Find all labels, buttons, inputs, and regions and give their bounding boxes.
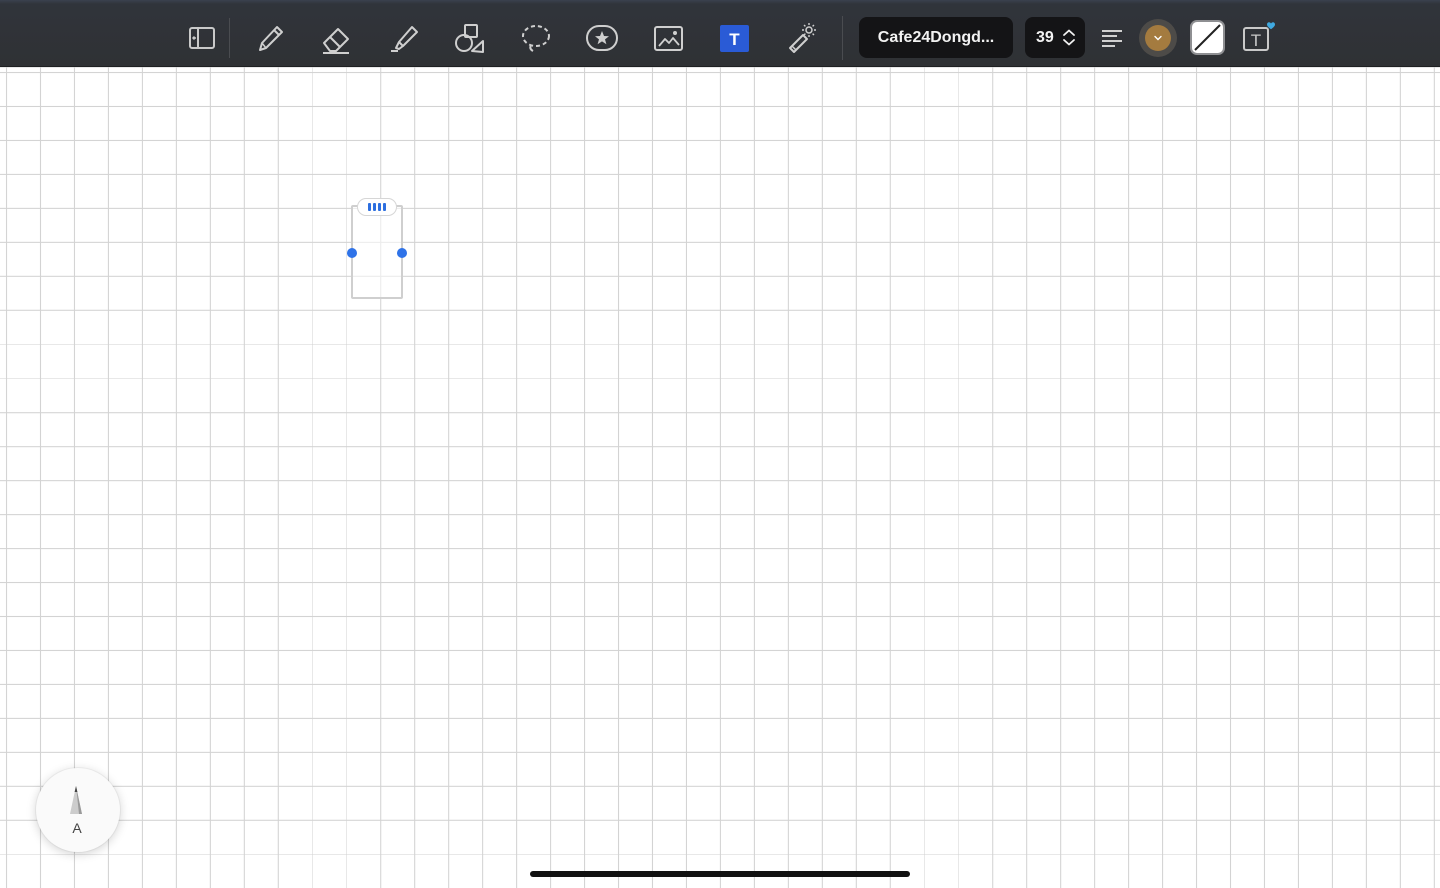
align-left-icon [1102,30,1122,47]
text-color-button[interactable] [1139,19,1177,57]
grip-bar [373,203,376,211]
pencil-widget-label: A [72,820,82,836]
text-style-button[interactable]: T [1234,16,1278,60]
sticker-tool-button[interactable] [580,16,624,60]
resize-handle-right[interactable] [397,248,407,258]
grid-canvas[interactable]: A [0,67,1440,888]
resize-handle-left[interactable] [347,248,357,258]
sidebar-toggle-button[interactable] [180,16,224,60]
laser-pointer-icon [789,23,816,53]
sidebar-toggle-icon [189,27,215,49]
text-color-swatch [1145,25,1171,51]
no-color-icon [1194,24,1221,51]
grip-bar [383,203,386,211]
laser-pointer-button[interactable] [779,16,823,60]
shapes-tool-button[interactable] [447,16,491,60]
font-size-stepper[interactable]: 39 [1025,17,1085,58]
text-style-icon: T [1243,22,1275,51]
pencil-tip-icon: A [70,786,82,836]
lasso-icon [522,25,550,52]
highlighter-icon [391,26,418,52]
font-family-selector[interactable]: Cafe24Dongd... [859,17,1013,58]
image-icon [654,26,683,51]
shapes-icon [455,24,484,53]
chevron-down-icon [1154,35,1162,41]
top-toolbar: T Cafe24Dongd... 39 T [0,0,1440,67]
sticker-icon [586,25,618,51]
highlighter-tool-button[interactable] [381,16,425,60]
font-size-value: 39 [1036,29,1054,46]
grip-bar [368,203,371,211]
text-background-color-button[interactable] [1190,20,1225,55]
grip-bar [378,203,381,211]
eraser-icon [323,28,349,54]
text-style-label: T [1251,31,1261,50]
text-tool-icon: T [720,25,749,52]
pencil-icon [259,26,283,51]
toolbar-divider [842,16,843,60]
text-tool-label: T [729,30,740,49]
pen-tool-button[interactable] [248,16,292,60]
toolbar-divider [229,18,230,58]
eraser-tool-button[interactable] [314,16,358,60]
text-tool-button[interactable]: T [712,16,756,60]
drag-handle[interactable] [357,198,397,216]
text-alignment-button[interactable] [1090,16,1134,60]
text-box-selection[interactable] [351,205,403,299]
pencil-widget-button[interactable]: A [36,768,120,852]
home-indicator[interactable] [530,871,910,877]
chevron-up-down-icon [1063,29,1075,46]
lasso-tool-button[interactable] [514,16,558,60]
image-tool-button[interactable] [646,16,690,60]
